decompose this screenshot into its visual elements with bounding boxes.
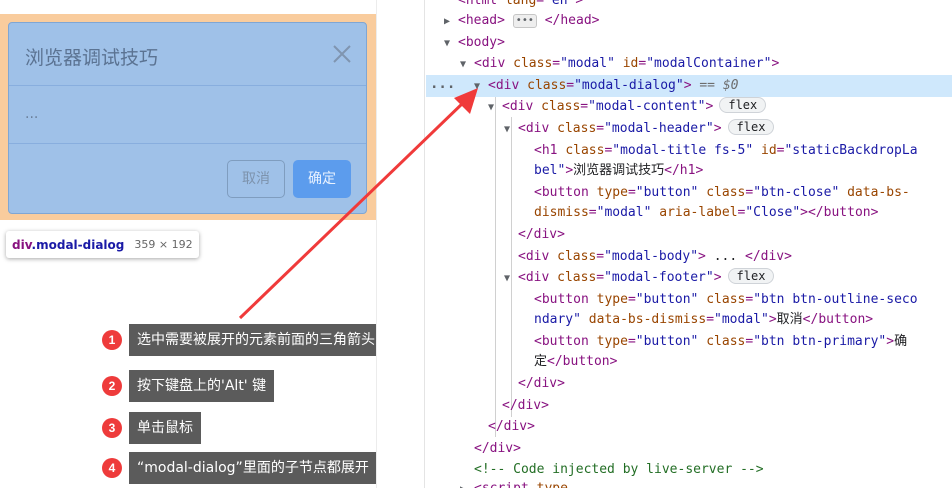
modal-dialog[interactable]: 浏览器调试技巧 ... 取消 确定: [8, 22, 367, 214]
dom-node-btn-confirm-cont[interactable]: 定</button>: [534, 351, 617, 372]
dom-node-modal-body[interactable]: <div class="modal-body"> ... </div>: [518, 246, 792, 267]
dom-close-modal[interactable]: </div>: [474, 438, 521, 459]
step-label: “modal-dialog”里面的子节点都展开: [129, 452, 377, 484]
page-gutter: [376, 0, 425, 488]
dom-close-header[interactable]: </div>: [518, 224, 565, 245]
step-number: 1: [102, 330, 122, 350]
step-label: 选中需要被展开的元素前面的三角箭头: [129, 324, 383, 356]
dom-node-modal-dialog[interactable]: ▼ <div class="modal-dialog"> == $0: [474, 75, 738, 96]
cancel-button[interactable]: 取消: [227, 160, 285, 198]
flex-badge[interactable]: flex: [727, 268, 775, 284]
confirm-button[interactable]: 确定: [293, 160, 351, 198]
dom-close-footer[interactable]: </div>: [518, 373, 565, 394]
inspect-tooltip: div.modal-dialog 359 × 192: [6, 231, 199, 258]
dom-comment[interactable]: <!-- Code injected by live-server -->: [474, 459, 764, 480]
triangle-right-icon[interactable]: ▶: [460, 479, 474, 488]
indent-guide: [495, 97, 496, 437]
triangle-down-icon[interactable]: ▼: [460, 54, 474, 75]
step-1: 1 选中需要被展开的元素前面的三角箭头: [102, 324, 383, 356]
triangle-down-icon[interactable]: ▼: [474, 76, 488, 97]
page-preview: 浏览器调试技巧 ... 取消 确定 div.modal-dialog 359 ×…: [0, 0, 383, 488]
triangle-down-icon[interactable]: ▼: [444, 33, 458, 54]
dom-close-dialog[interactable]: </div>: [488, 416, 535, 437]
modal-body: ...: [9, 86, 366, 144]
dom-node-modal-footer[interactable]: ▼ <div class="modal-footer"> flex: [504, 267, 775, 289]
modal-header: 浏览器调试技巧: [9, 23, 366, 86]
step-number: 3: [102, 418, 122, 438]
elements-panel[interactable]: ... <html lang="en"> ▶ <head> ••• </head>…: [426, 0, 952, 488]
triangle-down-icon[interactable]: ▼: [504, 119, 518, 140]
dom-node-script[interactable]: ▶<script type: [460, 478, 568, 488]
flex-badge[interactable]: flex: [727, 119, 775, 135]
dom-node-btn-cancel[interactable]: <button type="button" class="btn btn-out…: [534, 289, 918, 310]
flex-badge[interactable]: flex: [719, 97, 767, 113]
dom-node-btn-close[interactable]: <button type="button" class="btn-close" …: [534, 182, 910, 203]
dom-node-btn-close-cont[interactable]: dismiss="modal" aria-label="Close"></but…: [534, 202, 878, 223]
dom-node-modal[interactable]: ▼ <div class="modal" id="modalContainer">: [460, 53, 779, 74]
dom-node-btn-confirm[interactable]: <button type="button" class="btn btn-pri…: [534, 331, 907, 352]
modal-body-text: ...: [25, 106, 39, 122]
modal-title: 浏览器调试技巧: [25, 47, 159, 69]
step-2: 2 按下键盘上的'Alt' 键: [102, 370, 275, 402]
step-label: 单击鼠标: [129, 412, 201, 444]
tooltip-size: 359 × 192: [134, 238, 193, 251]
triangle-right-icon[interactable]: ▶: [444, 11, 458, 32]
dom-node-h1-cont[interactable]: bel">浏览器调试技巧</h1>: [534, 160, 703, 181]
dom-node-h1[interactable]: <h1 class="modal-title fs-5" id="staticB…: [534, 140, 918, 161]
triangle-down-icon[interactable]: ▼: [488, 97, 502, 118]
dom-close-content[interactable]: </div>: [502, 395, 549, 416]
dom-node-btn-cancel-cont[interactable]: ndary" data-bs-dismiss="modal">取消</butto…: [534, 309, 873, 330]
step-label: 按下键盘上的'Alt' 键: [129, 370, 275, 402]
dom-node-head[interactable]: ▶ <head> ••• </head>: [444, 10, 599, 31]
close-icon[interactable]: [329, 41, 355, 67]
triangle-down-icon[interactable]: ▼: [504, 268, 518, 289]
step-4: 4 “modal-dialog”里面的子节点都展开: [102, 452, 377, 484]
step-3: 3 单击鼠标: [102, 412, 201, 444]
dom-node-modal-content[interactable]: ▼ <div class="modal-content"> flex: [488, 96, 767, 118]
step-number: 4: [102, 458, 122, 478]
node-actions-button[interactable]: ...: [430, 75, 455, 97]
step-number: 2: [102, 376, 122, 396]
collapsed-content-icon[interactable]: •••: [512, 14, 537, 28]
dom-node-body[interactable]: ▼ <body>: [444, 32, 505, 53]
tooltip-element-name: div.modal-dialog: [12, 237, 125, 252]
dom-node-modal-header[interactable]: ▼ <div class="modal-header"> flex: [504, 118, 775, 140]
